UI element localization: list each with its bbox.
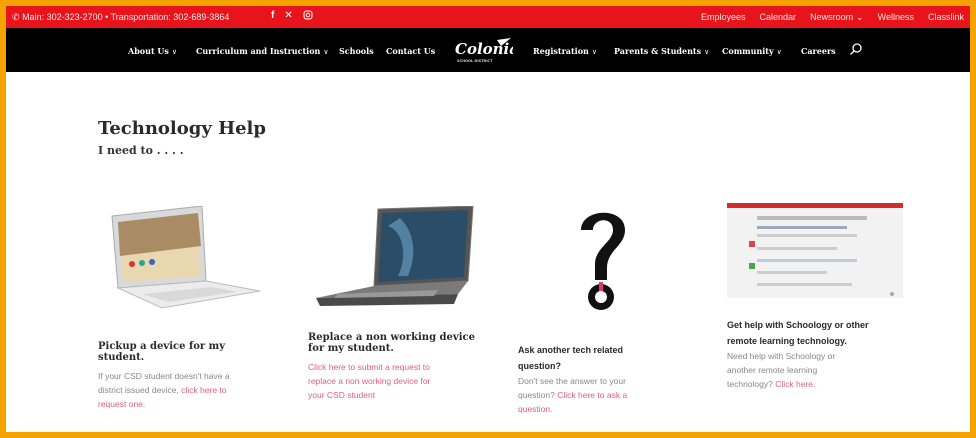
chevron-down-icon: ∨ [776, 48, 782, 56]
link-newsroom[interactable]: Newsroom ⌄ [810, 12, 864, 23]
contact-text: Main: 302-323-2700 • Transportation: 302… [22, 12, 230, 22]
card-schoology-help: Get help with Schoology or other remote l… [727, 317, 927, 391]
card-text: Need help with Schoology or another remo… [727, 351, 836, 389]
card-pickup-device: Pickup a device for my student. If your C… [98, 341, 278, 411]
facebook-icon[interactable]: f [271, 10, 274, 21]
phone-icon: ✆ [12, 12, 20, 22]
main-navigation: About Us ∨ Curriculum and Instruction ∨ Sc… [6, 28, 970, 72]
browser-viewport: ✆ Main: 302-323-2700 • Transportation: 3… [6, 6, 970, 432]
chevron-down-icon: ∨ [171, 48, 178, 56]
nav-contact-us[interactable]: Contact Us [386, 46, 435, 56]
card-heading: Ask another tech related question? [518, 345, 624, 371]
nav-registration[interactable]: Registration ∨ [533, 46, 597, 56]
card-replace-device: Replace a non working device for my stude… [308, 332, 498, 402]
chromebook-image [102, 206, 262, 311]
nav-parents-students[interactable]: Parents & Students ∨ [614, 46, 709, 56]
nav-schools[interactable]: Schools [339, 46, 374, 56]
nav-community[interactable]: Community ∨ [722, 46, 782, 56]
page-subtitle: I need to . . . . [98, 144, 184, 157]
card-ask-question: Ask another tech related question? Don't … [518, 342, 678, 416]
chevron-down-icon: ⌄ [856, 12, 864, 22]
schoology-screenshot-image [727, 203, 903, 298]
nav-careers[interactable]: Careers [801, 46, 836, 56]
utility-links: Employees Calendar Newsroom ⌄ Wellness Cl… [701, 12, 964, 23]
district-logo[interactable]: Colonial SCHOOL DISTRICT [453, 37, 513, 65]
contact-phones: ✆ Main: 302-323-2700 • Transportation: 3… [12, 12, 229, 23]
card-heading: Get help with Schoology or other remote l… [727, 320, 869, 346]
card-heading: Pickup a device for my student. [98, 341, 226, 363]
nav-curriculum[interactable]: Curriculum and Instruction ∨ [196, 46, 329, 56]
page-title: Technology Help [98, 118, 266, 139]
search-icon[interactable] [849, 42, 863, 56]
question-mark-image [573, 202, 633, 317]
chevron-down-icon: ∨ [704, 48, 710, 56]
social-links: f ✕ [271, 10, 313, 21]
chevron-down-icon: ∨ [323, 48, 329, 56]
link-calendar[interactable]: Calendar [760, 12, 797, 23]
card-text: If your CSD student doesn't have a distr… [98, 371, 230, 409]
laptop-image [308, 206, 478, 311]
x-icon[interactable]: ✕ [284, 10, 292, 21]
replace-device-link[interactable]: Click here to submit a request to replace… [308, 362, 430, 400]
link-wellness[interactable]: Wellness [878, 12, 914, 23]
link-employees[interactable]: Employees [701, 12, 746, 23]
top-utility-bar: ✆ Main: 302-323-2700 • Transportation: 3… [6, 6, 970, 28]
chevron-down-icon: ∨ [591, 48, 597, 56]
link-classlink[interactable]: Classlink [928, 12, 964, 23]
schoology-help-link[interactable]: Click here. [775, 379, 815, 389]
card-heading: Replace a non working device for my stude… [308, 332, 475, 354]
nav-about-us[interactable]: About Us ∨ [128, 46, 177, 56]
card-text: Click here to submit a request to replace… [308, 360, 498, 402]
instagram-icon[interactable] [303, 10, 313, 21]
logo-subtext: SCHOOL DISTRICT [457, 59, 493, 63]
card-text: Don't see the answer to your question? C… [518, 376, 628, 414]
